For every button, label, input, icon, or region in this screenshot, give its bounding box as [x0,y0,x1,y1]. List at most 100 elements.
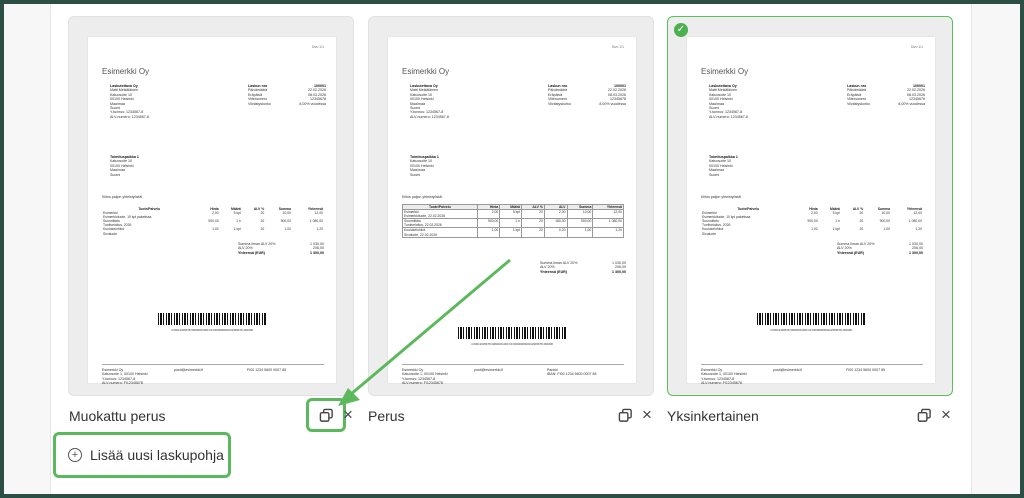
value-cell: 2,00 [543,209,568,220]
table-row: Esimerkki Esimerkkituote, 22.02.2026 2,00 5… [402,209,624,220]
footer-column: Pankki IBAN: FI00 1234 5600 0007 85 [547,368,627,377]
value-cell: 5 kpl [233,211,241,216]
value-cell: 20 [859,211,864,216]
value-cell: 20 [260,219,265,224]
template-card-perus[interactable]: Sivu 1/1 Esimerkki Oy Laskutettava Oy Matti… [368,16,654,396]
table-row: Kuulokelohkot Sivutuote, 22.02.2026 1,00 1 … [402,227,624,238]
page-number: Sivu 1/1 [611,45,624,49]
copy-icon [917,408,931,422]
value-cell: 1 h [499,218,522,229]
value-cell: 1,20 [592,227,624,238]
item-cell: Kuulokelohkot Sivutuote, 22.02.2026 [402,227,478,238]
value-cell: 1 kpl [832,227,840,232]
meta-value: 8,00% vuodessa [599,101,626,106]
items-table: Tuote/Palvelu Hinta Määrä ALV % Summa Yhteens… [102,207,324,236]
delete-button[interactable]: × [937,405,955,425]
value-cell: 180,00 [543,218,568,229]
value-cell: 1,00 [476,227,501,238]
total-value: 1 300,00 [909,250,923,255]
value-cell: 900,00 [476,218,501,229]
delivery-address: Toimituspaikka 1 Katuosoite 10 00100 Helsi… [110,155,180,177]
value-cell: 1 080,00 [908,219,922,224]
total-label: Yhteensä (EUR) [540,269,567,274]
total-row: Yhteensä (EUR) 1 300,00 [238,251,324,255]
address-line: ALV-numero: 1234567-8 [410,114,449,119]
intro-text: Kiitos paljon yhteistyöstä! [701,195,742,199]
footer-line: FI00 1234 5600 0007 85 [247,368,287,372]
delete-button[interactable]: × [339,405,357,425]
delivery-name: Toimituspaikka 1 [110,155,139,159]
table-row: Suunnittelu Tuntiveloitus, 2026 900,00 1 h 2… [102,219,324,227]
value-cell: 12,00 [592,209,624,220]
footer-line: ALV-numero: FI12345678 [402,381,443,386]
duplicate-button[interactable] [315,404,337,426]
table-row: Esimerkki Esimerkkituote, 10 kpl paketiss… [701,211,923,219]
barcode [458,327,566,339]
footer-divider [402,364,624,365]
address-line: Suomi [709,172,720,177]
value-cell: 1 h [236,219,241,224]
items-table: Tuote/Palvelu Hinta Määrä ALV % Summa Yhteens… [701,207,923,236]
value-cell: 1,00 [284,227,291,232]
footer-column: posti@esimerkki.fi [174,368,234,372]
value-cell: 900,00 [807,219,818,224]
value-cell: 1,00 [811,227,818,232]
delete-button[interactable]: × [638,405,656,425]
footer-divider [102,364,324,365]
value-cell: 2,00 [212,211,219,216]
table-row: Suunnittelu Tuntiveloitus, 2026 900,00 1 h 2… [701,219,923,227]
template-name-label: Yksinkertainen [667,408,759,424]
duplicate-button[interactable] [614,404,636,426]
customer-name: Laskutettava Oy [709,84,737,88]
customer-name: Laskutettava Oy [110,84,138,88]
template-card-yksinkertainen[interactable]: ✓ Sivu 1/1 Esimerkki Oy Laskutettava Oy Mat… [667,16,953,396]
meta-value: 8,00% vuodessa [299,101,326,106]
table-header: Tuote/Palvelu Hinta Määrä ALV % ALV Summa Yhte… [402,203,624,211]
item-desc: Sivutuote, 22.02.2026 [404,232,437,237]
totals: Summa ilman ALV 20% 1 030,00 ALV 20% 206,00… [238,242,324,255]
meta-row: Viivästyskorko 8,00% vuodessa [248,102,326,106]
company-name: Esimerkki Oy [402,67,450,76]
footer-column: Esimerkki Oy Katuosoite 1, 00100 Helsinki… [701,368,761,386]
footer-line: IBAN: FI00 1234 5600 0007 85 [547,372,597,377]
value-cell: 5 kpl [832,211,840,216]
value-cell: 900,00 [280,219,291,224]
add-template-button[interactable]: + Lisää uusi laskupohja [68,440,224,470]
delivery-address: Toimituspaikka 1 Katuosoite 10 00100 Helsi… [410,155,480,177]
value-cell: 1 kpl [499,227,522,238]
meta-key: Viivästyskorko [847,101,870,106]
value-cell: 20 [260,211,265,216]
template-card-muokattu-perus[interactable]: Sivu 1/1 Esimerkki Oy Laskutettava Oy Matti… [68,16,354,396]
company-name: Esimerkki Oy [701,67,749,76]
add-template-label: Lisää uusi laskupohja [90,447,224,463]
value-cell: 10,00 [566,209,594,220]
customer-address: Laskutettava Oy Matti Meikäläinen Katuosoi… [410,84,480,119]
value-cell: 1,00 [566,227,594,238]
customer-name: Laskutettava Oy [410,84,438,88]
value-cell: 20 [260,227,265,232]
value-cell: 10,00 [881,211,890,216]
customer-address: Laskutettava Oy Matti Meikäläinen Katuosoi… [110,84,180,119]
total-label: Yhteensä (EUR) [837,250,864,255]
invoice-preview: Sivu 1/1 Esimerkki Oy Laskutettava Oy Matti… [388,37,636,386]
footer-line: ALV-numero: FI12345678 [701,381,742,386]
item-cell: Esimerkki Esimerkkituote, 10 kpl paketiss… [102,211,197,219]
total-row: Yhteensä (EUR) 1 300,00 [540,270,626,274]
barcode-number: 4 00012345678 00000001300 00 00000000000… [171,328,253,332]
meta-row: Viivästyskorko 8,00% vuodessa [548,102,626,106]
value-cell: 0,20 [543,227,568,238]
value-cell: 20 [859,219,864,224]
totals: Summa ilman ALV 20% 1 030,00 ALV 20% 206,00… [540,261,626,274]
invoice-meta: Laskun nro 100001 Päivämäärä 22.02.2026 Eräp… [548,84,626,106]
customer-address: Laskutettava Oy Matti Meikäläinen Katuosoi… [709,84,779,119]
barcode [158,313,266,325]
total-label: Yhteensä (EUR) [238,250,265,255]
value-cell: 5 kpl [499,209,522,220]
app-window: Sivu 1/1 Esimerkki Oy Laskutettava Oy Matti… [4,4,1020,494]
value-cell: 20 [521,209,545,220]
meta-key: Viivästyskorko [248,101,271,106]
footer-column: Esimerkki Oy Katuosoite 1, 00100 Helsinki… [402,368,462,386]
value-cell: 900,00 [879,219,890,224]
item-desc: Sivutuote [103,231,118,236]
duplicate-button[interactable] [913,404,935,426]
